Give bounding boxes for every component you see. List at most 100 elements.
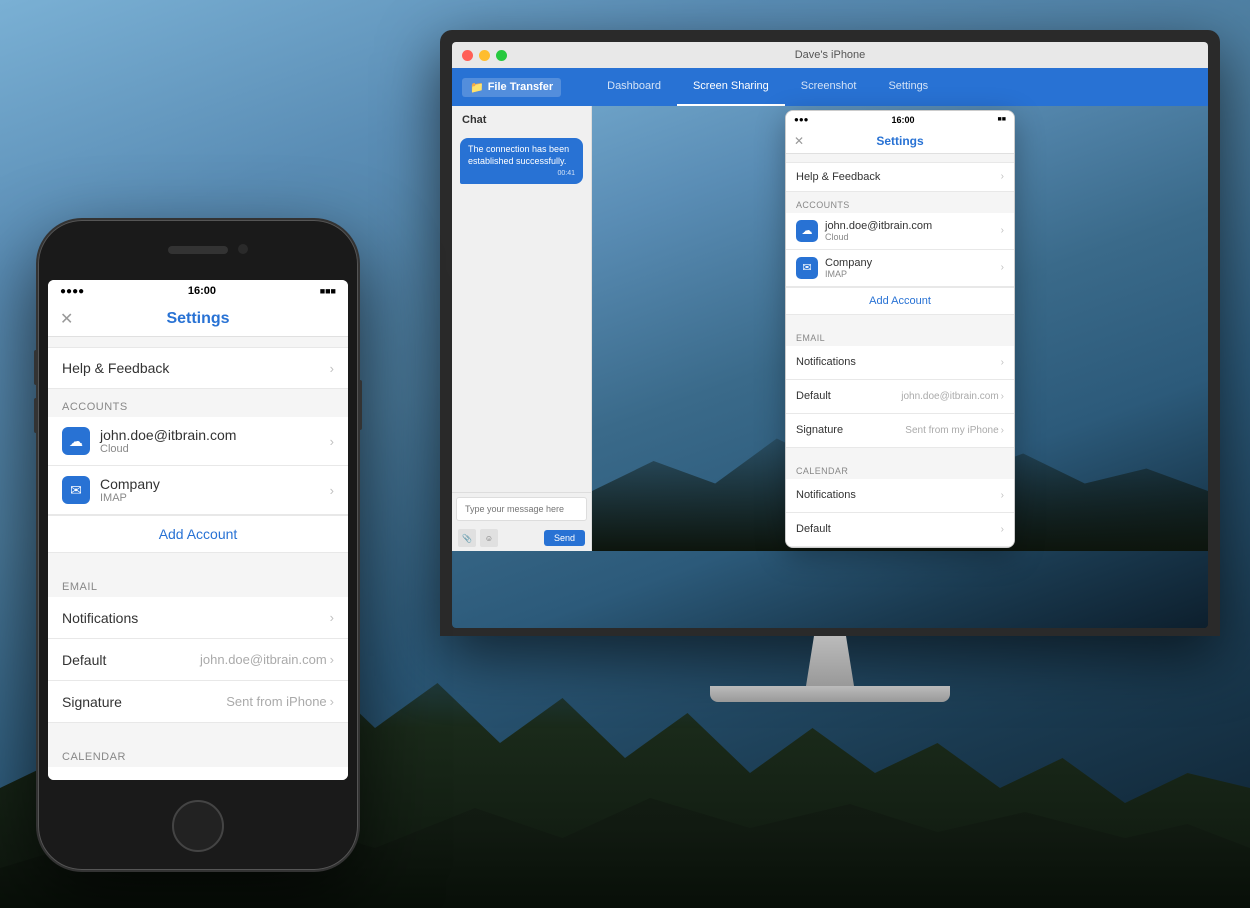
- account-0-chevron: ›: [330, 434, 334, 449]
- tab-dashboard[interactable]: Dashboard: [591, 68, 677, 106]
- monitor-email-default-label: Default: [796, 390, 831, 402]
- phone-account-row-1[interactable]: ✉ Company IMAP ›: [48, 466, 348, 515]
- ios-screen: ●●●● 16:00 ■■■ ✕ Settings Help & Feedbac…: [48, 280, 348, 780]
- monitor-cal-notifications-label: Notifications: [796, 489, 856, 501]
- phone-vol-up: [34, 350, 38, 385]
- phone-add-account-btn[interactable]: Add Account: [48, 515, 348, 553]
- phone-screen-title: Settings: [166, 310, 229, 328]
- phone-close-btn[interactable]: ✕: [60, 309, 73, 329]
- email-signature-value: Sent from iPhone: [226, 694, 326, 709]
- monitor-email-notif-chevron: ›: [1001, 357, 1004, 368]
- phone-battery: ■■■: [320, 286, 336, 296]
- chat-toolbar: 📎 ☺ Send: [452, 525, 591, 551]
- phone-account-row-0[interactable]: ☁ john.doe@itbrain.com Cloud ›: [48, 417, 348, 466]
- mac-traffic-lights: [462, 50, 507, 61]
- tab-settings[interactable]: Settings: [872, 68, 944, 106]
- maximize-window-btn[interactable]: [496, 50, 507, 61]
- tab-screen-sharing[interactable]: Screen Sharing: [677, 68, 785, 106]
- monitor-cal-default-chevron: ›: [1001, 524, 1004, 535]
- phone-account-0-name: john.doe@itbrain.com: [100, 427, 236, 443]
- monitor-calendar-default-row[interactable]: Default ›: [786, 513, 1014, 547]
- attach-icon[interactable]: 📎: [458, 529, 476, 547]
- app-navigation: 📁 File Transfer Dashboard Screen Sharing…: [452, 68, 1208, 106]
- monitor-help-feedback-row[interactable]: Help & Feedback ›: [786, 162, 1014, 192]
- chat-title: Chat: [452, 106, 591, 134]
- monitor-add-account-btn[interactable]: Add Account: [786, 287, 1014, 315]
- account-1-chevron: ›: [330, 483, 334, 498]
- calendar-notifications-label: Notifications: [62, 780, 138, 781]
- monitor-neck: [790, 636, 870, 686]
- phone-email-default-row[interactable]: Default john.doe@itbrain.com ›: [48, 639, 348, 681]
- monitor-ios-nav: ✕ Settings: [786, 129, 1014, 154]
- phone-camera: [238, 244, 248, 254]
- monitor-frame: Dave's iPhone 📁 File Transfer Dashboard …: [440, 30, 1220, 636]
- phone-accounts-section: Accounts: [48, 389, 348, 417]
- close-window-btn[interactable]: [462, 50, 473, 61]
- phone-email-signature-row[interactable]: Signature Sent from iPhone ›: [48, 681, 348, 723]
- monitor-accounts-header: Accounts: [786, 192, 1014, 213]
- cloud-account-icon: ☁: [62, 427, 90, 455]
- send-button[interactable]: Send: [544, 530, 585, 546]
- monitor-email-section: Email: [786, 325, 1014, 346]
- email-notifications-label: Notifications: [62, 610, 138, 626]
- monitor-account-1-name: Company: [825, 257, 872, 269]
- monitor-phone-signal: ●●●: [794, 115, 809, 124]
- phone-email-notifications-row[interactable]: Notifications ›: [48, 597, 348, 639]
- email-default-value: john.doe@itbrain.com: [200, 652, 327, 667]
- phone-signal: ●●●●: [60, 286, 84, 297]
- monitor-screen: Dave's iPhone 📁 File Transfer Dashboard …: [452, 42, 1208, 628]
- monitor-email-signature-label: Signature: [796, 424, 843, 436]
- chat-panel: Chat The connection has been established…: [452, 106, 592, 551]
- monitor-account-0-name: john.doe@itbrain.com: [825, 220, 932, 232]
- monitor-acc0-chevron: ›: [1001, 225, 1004, 236]
- monitor-ios-close[interactable]: ✕: [794, 134, 804, 148]
- phone-account-1-type: IMAP: [100, 492, 160, 504]
- monitor-account-1-row[interactable]: ✉ Company IMAP ›: [786, 250, 1014, 287]
- chat-input-area: 📎 ☺ Send: [452, 492, 591, 551]
- phone-time: 16:00: [188, 285, 216, 297]
- phone-calendar-notifications-row[interactable]: Notifications ›: [48, 767, 348, 780]
- phone-home-button[interactable]: [172, 800, 224, 852]
- minimize-window-btn[interactable]: [479, 50, 490, 61]
- monitor-device: Dave's iPhone 📁 File Transfer Dashboard …: [440, 30, 1220, 702]
- monitor-cal-notif-chevron: ›: [1001, 490, 1004, 501]
- monitor-ios-title: Settings: [876, 134, 923, 148]
- phone-vol-down: [34, 398, 38, 433]
- monitor-email-signature-row[interactable]: Signature Sent from my iPhone ›: [786, 414, 1014, 448]
- monitor-email-default-row[interactable]: Default john.doe@itbrain.com ›: [786, 380, 1014, 414]
- monitor-phone-battery: ■■: [998, 116, 1006, 123]
- monitor-account-1-type: IMAP: [825, 269, 872, 279]
- monitor-acc1-chevron: ›: [1001, 262, 1004, 273]
- monitor-ios-status-bar: ●●● 16:00 ■■: [786, 111, 1014, 129]
- chat-message: The connection has been established succ…: [460, 138, 583, 184]
- app-brand-label: File Transfer: [488, 81, 553, 93]
- monitor-ios-content: Help & Feedback › Accounts ☁ john: [786, 154, 1014, 547]
- monitor-calendar-section: Calendar: [786, 458, 1014, 479]
- file-transfer-icon: 📁: [470, 81, 484, 94]
- help-feedback-row[interactable]: Help & Feedback ›: [48, 347, 348, 389]
- monitor-mail-icon: ✉: [796, 257, 818, 279]
- ios-status-bar: ●●●● 16:00 ■■■: [48, 280, 348, 302]
- app-tabs: Dashboard Screen Sharing Screenshot Sett…: [591, 68, 944, 106]
- email-default-chevron: ›: [330, 652, 334, 667]
- tab-screenshot[interactable]: Screenshot: [785, 68, 873, 106]
- app-background: 📁 File Transfer Dashboard Screen Sharing…: [452, 68, 1208, 628]
- email-signature-label: Signature: [62, 694, 122, 710]
- help-feedback-label: Help & Feedback: [62, 360, 169, 376]
- monitor-email-signature-value: Sent from my iPhone: [905, 425, 998, 436]
- email-signature-chevron: ›: [330, 694, 334, 709]
- chat-input[interactable]: [456, 497, 587, 521]
- mail-account-icon: ✉: [62, 476, 90, 504]
- monitor-email-default-chevron: ›: [1001, 391, 1004, 402]
- emoji-icon[interactable]: ☺: [480, 529, 498, 547]
- phone-speaker: [168, 246, 228, 254]
- monitor-phone-time: 16:00: [892, 115, 915, 125]
- monitor-ios-screen: ●●● 16:00 ■■ ✕ Settings: [785, 110, 1015, 548]
- phone-email-section: Email: [48, 569, 348, 597]
- phone-screen: ●●●● 16:00 ■■■ ✕ Settings Help & Feedbac…: [48, 280, 348, 780]
- monitor-calendar-notifications-row[interactable]: Notifications ›: [786, 479, 1014, 513]
- email-default-label: Default: [62, 652, 106, 668]
- phone-account-1-name: Company: [100, 476, 160, 492]
- monitor-account-0-row[interactable]: ☁ john.doe@itbrain.com Cloud ›: [786, 213, 1014, 250]
- monitor-email-notifications-row[interactable]: Notifications ›: [786, 346, 1014, 380]
